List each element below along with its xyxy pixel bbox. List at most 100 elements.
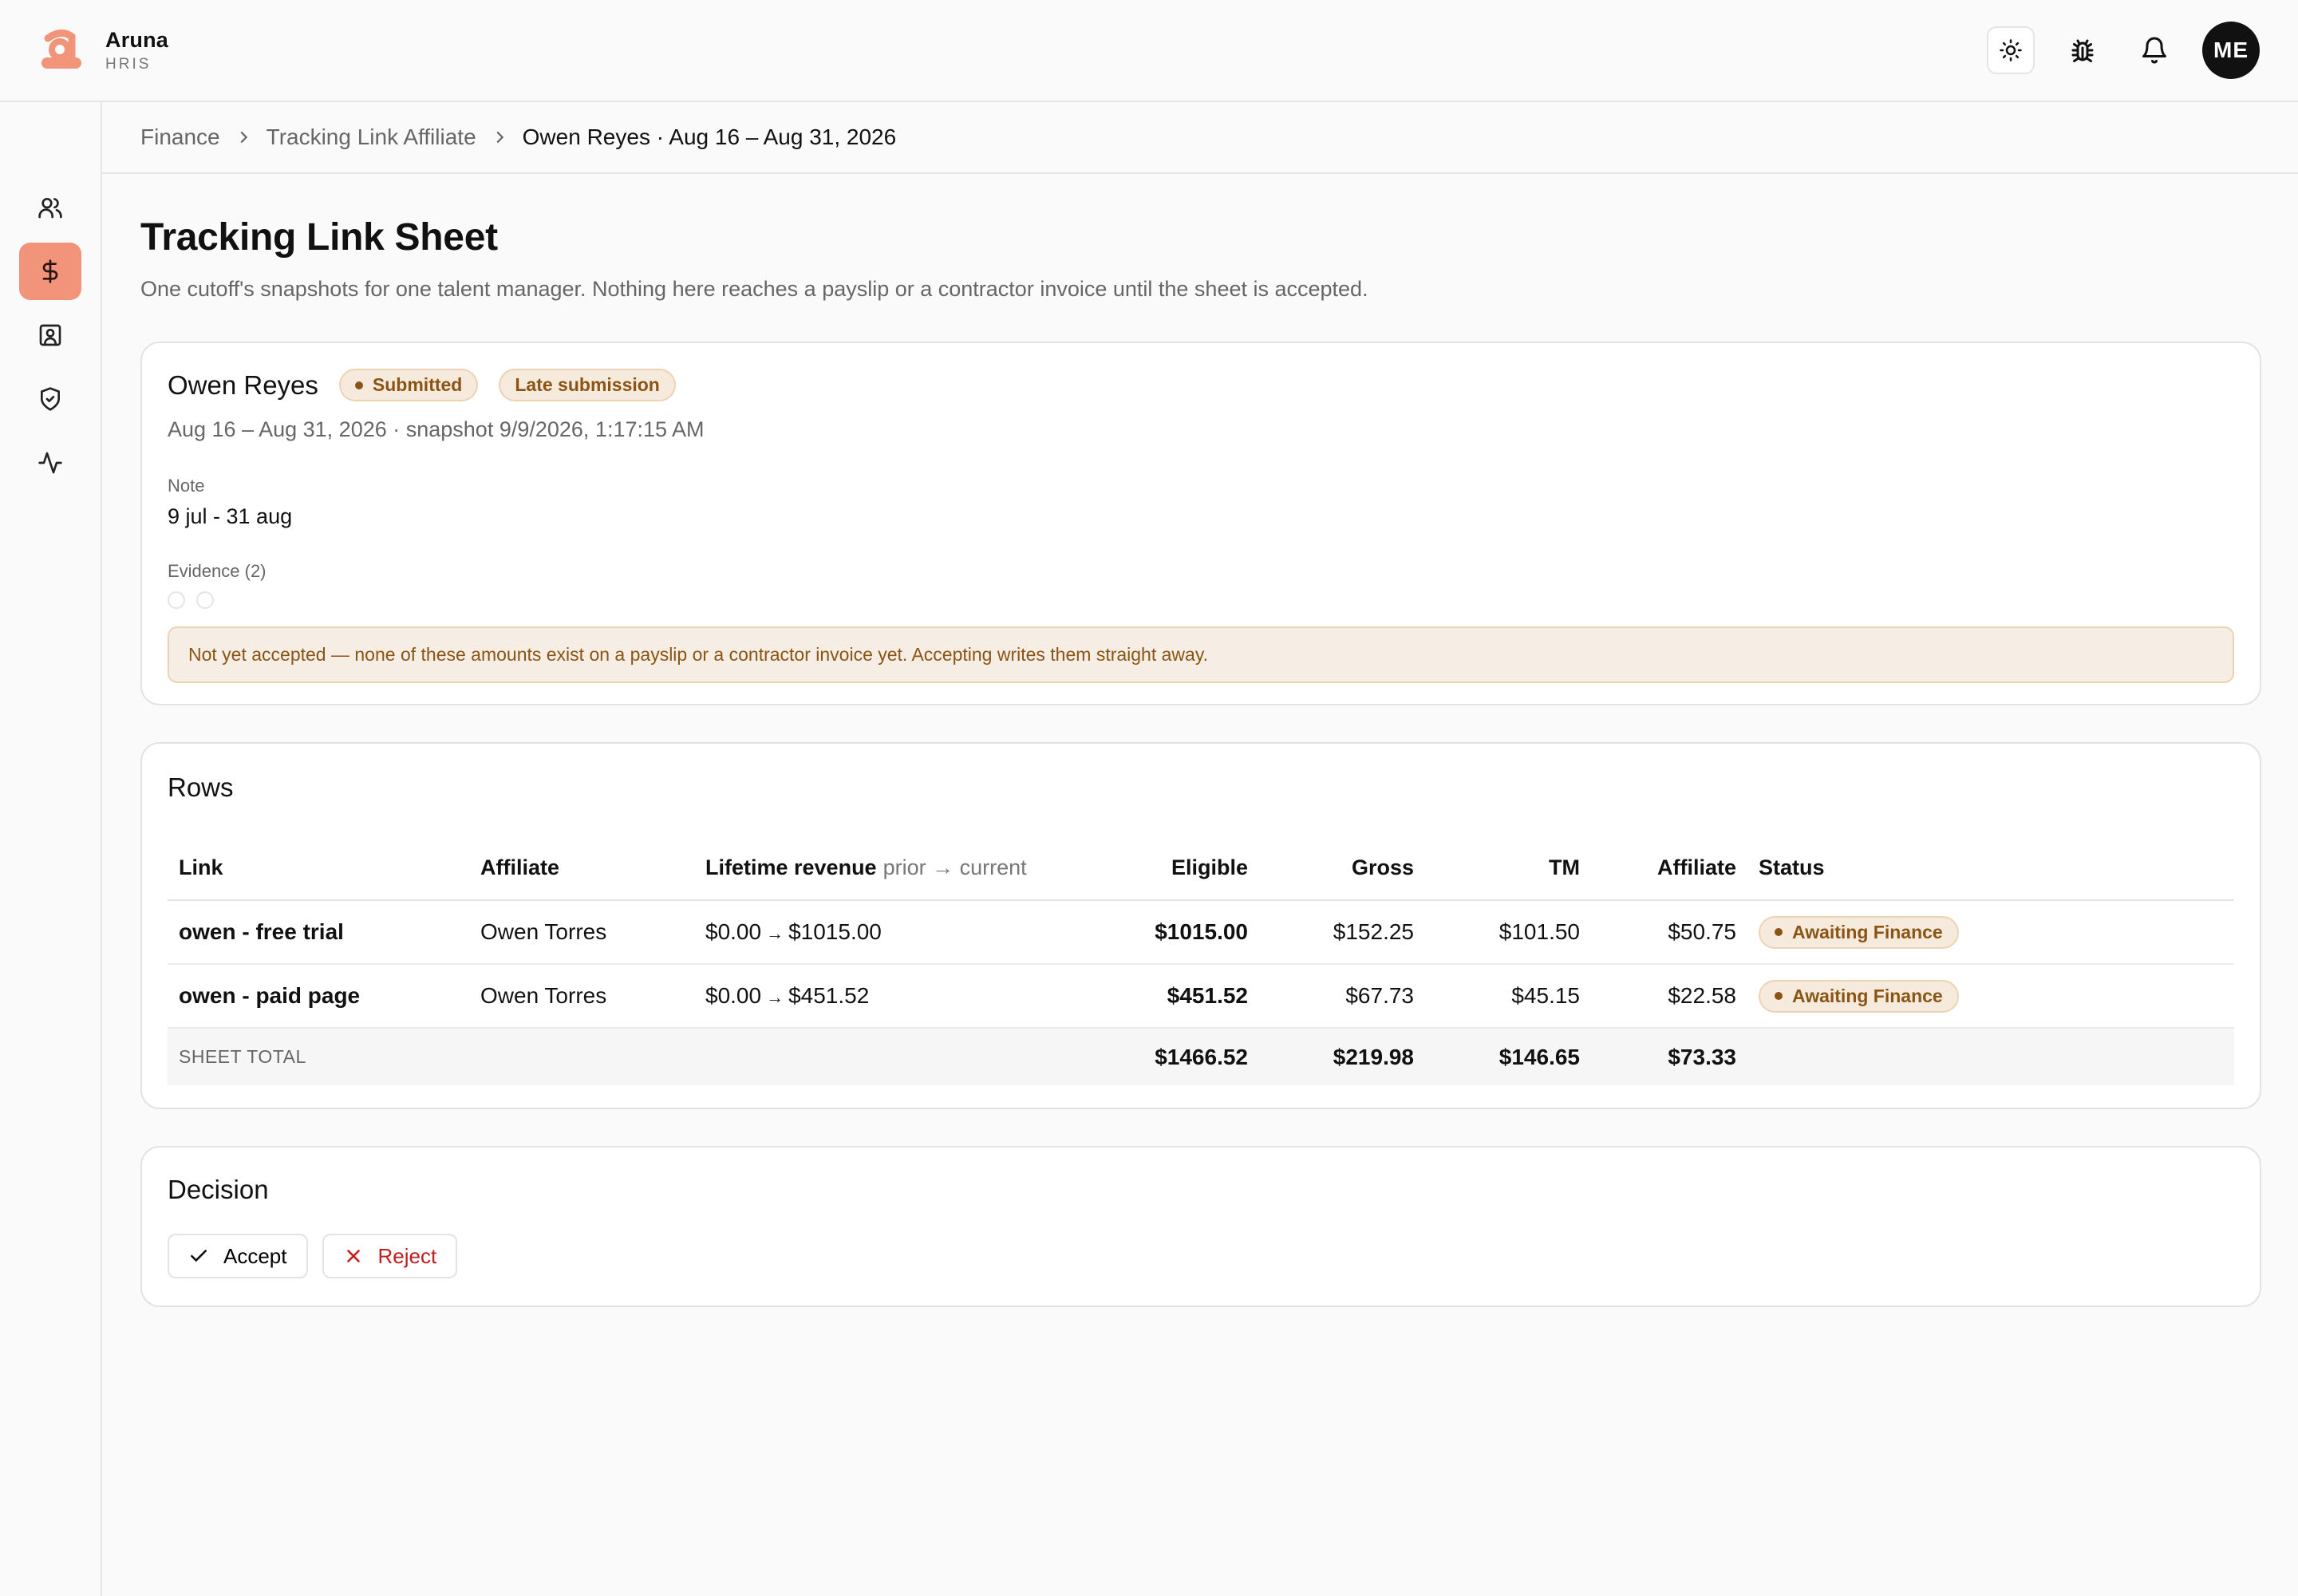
- sun-icon: [2000, 39, 2022, 61]
- lifetime-prior: $0.00: [705, 919, 762, 944]
- cell-status: Awaiting Finance: [1747, 964, 2234, 1029]
- cell-tm: $101.50: [1425, 900, 1591, 965]
- breadcrumb-current: Owen Reyes · Aug 16 – Aug 31, 2026: [522, 124, 897, 149]
- app-root: Aruna HRIS ME Finance Tracking Link Affi…: [0, 0, 2298, 1596]
- sidebar-item-directory[interactable]: [19, 306, 81, 364]
- status-badge: Awaiting Finance: [1759, 979, 1959, 1013]
- table-row[interactable]: owen - free trial Owen Torres $0.00 → $101…: [168, 900, 2234, 965]
- dollar-icon: [42, 259, 58, 283]
- cell-empty: [1747, 1028, 2234, 1085]
- column-header-gross: Gross: [1259, 836, 1425, 901]
- cell-lifetime-revenue: $0.00 → $451.52: [694, 964, 1141, 1029]
- sheet-summary-card: Owen Reyes Submitted Late submission Aug…: [140, 342, 2261, 705]
- cell-empty: [469, 1028, 694, 1085]
- brand[interactable]: Aruna HRIS: [38, 27, 168, 73]
- sidebar-item-security[interactable]: [19, 370, 81, 428]
- not-accepted-notice: Not yet accepted — none of these amounts…: [168, 626, 2234, 683]
- lifetime-revenue-label: Lifetime revenue: [705, 855, 877, 879]
- cell-eligible: $451.52: [1141, 964, 1259, 1029]
- person-name: Owen Reyes: [168, 369, 318, 400]
- shield-check-icon: [41, 387, 60, 411]
- decision-card: Decision Accept Reject: [140, 1146, 2261, 1307]
- cell-gross: $67.73: [1259, 964, 1425, 1029]
- sidebar-item-finance[interactable]: [19, 243, 81, 300]
- arrow-right-icon: →: [766, 987, 784, 1007]
- table-row[interactable]: owen - paid page Owen Torres $0.00 → $451.…: [168, 964, 2234, 1029]
- breadcrumb-finance[interactable]: Finance: [140, 124, 220, 150]
- cell-tm: $45.15: [1425, 964, 1591, 1029]
- brand-name: Aruna: [105, 27, 169, 52]
- activity-icon: [38, 452, 62, 474]
- reject-button-label: Reject: [377, 1243, 437, 1268]
- status-badge: Awaiting Finance: [1759, 915, 1959, 949]
- cell-gross: $152.25: [1259, 900, 1425, 965]
- cell-affiliate-amount: $50.75: [1591, 900, 1747, 965]
- evidence-thumbnail[interactable]: [196, 591, 214, 609]
- late-submission-label: Late submission: [515, 374, 660, 395]
- cell-eligible: $1015.00: [1141, 900, 1259, 965]
- lifetime-current: $451.52: [788, 983, 870, 1008]
- status-dot-icon: [1775, 928, 1783, 936]
- breadcrumb: Finance Tracking Link Affiliate Owen Rey…: [102, 102, 2298, 174]
- cell-link: owen - free trial: [168, 900, 469, 965]
- rows-card: Rows Link Affiliate Lifetime revenue prio…: [140, 742, 2261, 1109]
- page-subtitle: One cutoff's snapshots for one talent ma…: [140, 277, 1368, 301]
- page-title: Tracking Link Sheet: [140, 216, 498, 259]
- brand-subtitle: HRIS: [105, 55, 152, 73]
- bug-icon: [2071, 39, 2094, 62]
- evidence-label: Evidence (2): [168, 561, 267, 581]
- total-tm: $146.65: [1425, 1028, 1591, 1085]
- person-row: Owen Reyes Submitted Late submission: [168, 369, 2234, 401]
- sidebar: [0, 102, 102, 1596]
- user-avatar[interactable]: ME: [2202, 22, 2260, 79]
- cell-affiliate: Owen Torres: [469, 964, 694, 1029]
- report-bug-button[interactable]: [2059, 26, 2106, 74]
- sheet-period: Aug 16 – Aug 31, 2026 · snapshot 9/9/202…: [168, 417, 705, 441]
- notifications-button[interactable]: [2130, 26, 2178, 74]
- lifetime-prior: $0.00: [705, 983, 762, 1008]
- cell-affiliate-amount: $22.58: [1591, 964, 1747, 1029]
- accept-button[interactable]: Accept: [168, 1234, 308, 1278]
- column-header-status: Status: [1747, 836, 2234, 901]
- decision-buttons: Accept Reject: [168, 1234, 2234, 1278]
- brand-text: Aruna HRIS: [105, 28, 168, 73]
- status-badge-label: Awaiting Finance: [1792, 921, 1943, 942]
- column-header-affiliate-amount: Affiliate: [1591, 836, 1747, 901]
- status-dot-icon: [354, 381, 363, 389]
- sheet-total-label: SHEET TOTAL: [168, 1028, 469, 1085]
- lifetime-revenue-hint: prior → current: [882, 855, 1027, 879]
- total-affiliate-amount: $73.33: [1591, 1028, 1747, 1085]
- check-icon: [191, 1250, 207, 1262]
- status-badge-label: Awaiting Finance: [1792, 985, 1943, 1006]
- cell-status: Awaiting Finance: [1747, 900, 2234, 965]
- breadcrumb-tracking-link-affiliate[interactable]: Tracking Link Affiliate: [267, 124, 476, 150]
- theme-toggle-button[interactable]: [1987, 26, 2035, 74]
- accept-button-label: Accept: [223, 1243, 287, 1268]
- column-header-lifetime-revenue: Lifetime revenue prior → current: [694, 836, 1141, 901]
- chevron-right-icon: [240, 131, 247, 144]
- sidebar-item-activity[interactable]: [19, 434, 81, 492]
- column-header-link: Link: [168, 836, 469, 901]
- table-header-row: Link Affiliate Lifetime revenue prior → c…: [168, 836, 2234, 901]
- status-dot-icon: [1775, 992, 1783, 1000]
- reject-button[interactable]: Reject: [322, 1234, 458, 1278]
- note-value: 9 jul - 31 aug: [168, 504, 293, 528]
- bell-icon: [2142, 37, 2166, 64]
- cell-link: owen - paid page: [168, 964, 469, 1029]
- top-actions: ME: [1987, 22, 2260, 79]
- status-badge-label: Submitted: [372, 374, 463, 395]
- cell-lifetime-revenue: $0.00 → $1015.00: [694, 900, 1141, 965]
- note-label: Note: [168, 476, 205, 496]
- cell-affiliate: Owen Torres: [469, 900, 694, 965]
- sidebar-item-people[interactable]: [19, 179, 81, 236]
- evidence-thumbnail[interactable]: [168, 591, 185, 609]
- status-badge: Submitted: [338, 369, 479, 401]
- arrow-right-icon: →: [766, 923, 784, 943]
- sheet-total-row: SHEET TOTAL $1466.52 $219.98 $146.65 $73…: [168, 1028, 2234, 1085]
- lifetime-current: $1015.00: [788, 919, 882, 944]
- column-header-eligible: Eligible: [1141, 836, 1259, 901]
- decision-title: Decision: [168, 1175, 269, 1204]
- total-gross: $219.98: [1259, 1028, 1425, 1085]
- rows-title: Rows: [168, 772, 234, 802]
- rows-table: Link Affiliate Lifetime revenue prior → c…: [168, 836, 2234, 1085]
